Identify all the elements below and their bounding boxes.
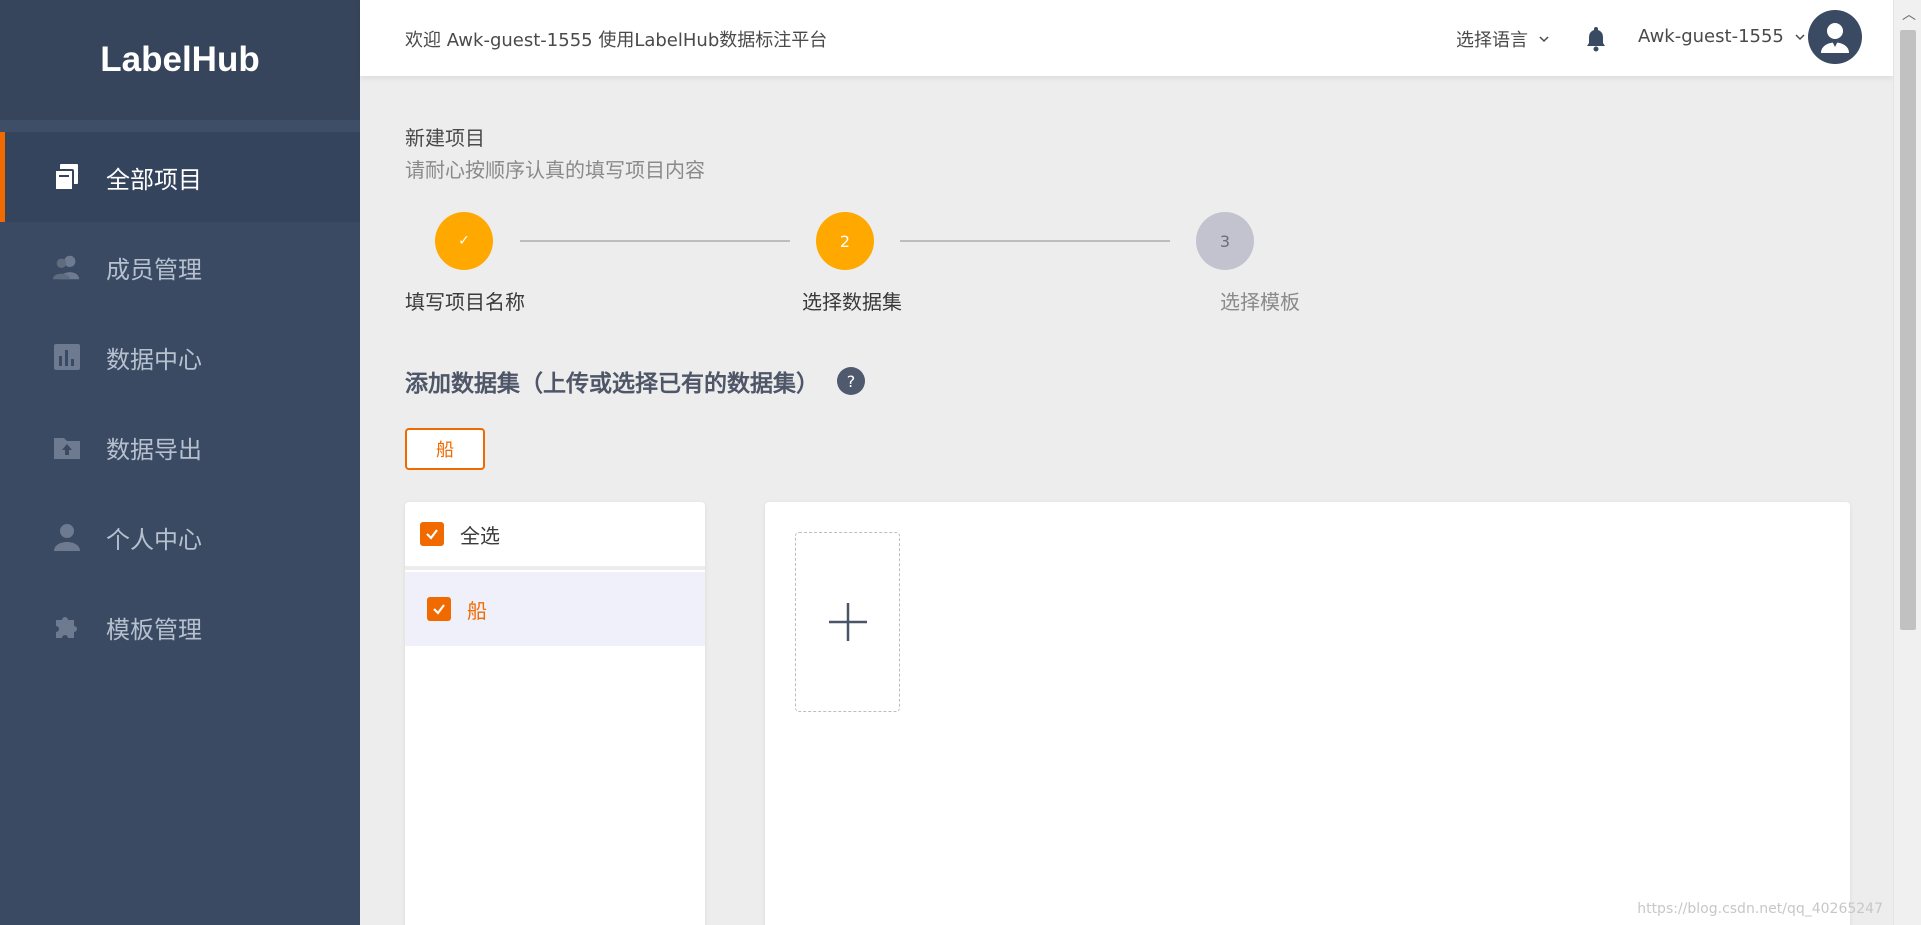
projects-icon <box>52 162 82 192</box>
welcome-text: 欢迎 Awk-guest-1555 使用LabelHub数据标注平台 <box>405 30 828 51</box>
step-number: 2 <box>839 231 851 251</box>
plus-icon <box>828 603 867 641</box>
step-connector <box>900 240 1170 242</box>
chevron-down-icon <box>1795 33 1805 40</box>
user-icon <box>52 522 82 552</box>
sidebar-item-label: 成员管理 <box>106 255 202 284</box>
scroll-thumb[interactable] <box>1900 30 1916 630</box>
sidebar-item-data-center[interactable]: 数据中心 <box>0 312 360 402</box>
sidebar-item-members[interactable]: 成员管理 <box>0 222 360 312</box>
language-label: 选择语言 <box>1456 30 1528 51</box>
sidebar-item-label: 数据导出 <box>106 435 202 464</box>
check-icon <box>433 604 445 615</box>
select-all-label: 全选 <box>460 523 500 548</box>
step-2-label: 选择数据集 <box>802 290 902 314</box>
page-title: 新建项目 <box>405 126 485 150</box>
step-1-circle: ✓ <box>435 212 493 270</box>
section-title-text: 添加数据集（上传或选择已有的数据集） <box>405 371 819 397</box>
dataset-item-label: 船 <box>467 598 487 623</box>
sidebar-item-label: 模板管理 <box>106 615 202 644</box>
sidebar-nav: 全部项目 成员管理 数据中心 数据导出 个人中心 模板管理 <box>0 132 360 672</box>
export-icon <box>52 432 82 462</box>
avatar-user-icon <box>1821 23 1849 53</box>
step-connector <box>520 240 790 242</box>
page-scrollbar[interactable]: ︿ <box>1893 0 1921 925</box>
top-bar: 欢迎 Awk-guest-1555 使用LabelHub数据标注平台 选择语言 … <box>360 0 1893 76</box>
dataset-list-panel: 全选 船 <box>405 502 705 925</box>
watermark: https://blog.csdn.net/qq_40265247 <box>1637 901 1883 917</box>
data-center-icon <box>52 342 82 372</box>
dataset-tag-button[interactable]: 船 <box>405 428 485 470</box>
main-content: 新建项目 请耐心按顺序认真的填写项目内容 ✓ 2 3 填写项目名称 选择数据集 … <box>360 76 1893 925</box>
user-menu[interactable]: Awk-guest-1555 <box>1638 26 1806 47</box>
chevron-down-icon <box>1539 36 1549 43</box>
step-2-circle: 2 <box>816 212 874 270</box>
step-3-circle: 3 <box>1196 212 1254 270</box>
brand-logo: LabelHub <box>0 0 360 120</box>
sidebar-divider <box>0 120 360 132</box>
section-title: 添加数据集（上传或选择已有的数据集） ? <box>405 364 865 398</box>
username-label: Awk-guest-1555 <box>1638 26 1784 47</box>
sidebar-item-label: 个人中心 <box>106 525 202 554</box>
select-all-row[interactable]: 全选 <box>405 502 705 570</box>
dataset-upload-panel <box>765 502 1850 925</box>
step-1-label: 填写项目名称 <box>405 290 525 314</box>
scroll-up-arrow-icon[interactable]: ︿ <box>1902 4 1916 24</box>
sidebar: LabelHub 全部项目 成员管理 数据中心 数据导出 个人中心 模板管理 <box>0 0 360 925</box>
bell-icon[interactable] <box>1582 24 1610 52</box>
page-subtitle: 请耐心按顺序认真的填写项目内容 <box>405 158 705 182</box>
check-icon: ✓ <box>458 233 470 249</box>
check-icon <box>426 529 438 540</box>
sidebar-item-data-export[interactable]: 数据导出 <box>0 402 360 492</box>
sidebar-item-label: 全部项目 <box>106 165 202 194</box>
sidebar-item-label: 数据中心 <box>106 345 202 374</box>
help-icon[interactable]: ? <box>837 367 865 395</box>
add-dataset-button[interactable] <box>795 532 900 712</box>
puzzle-icon <box>52 612 82 642</box>
sidebar-item-profile[interactable]: 个人中心 <box>0 492 360 582</box>
step-number: 3 <box>1219 231 1231 251</box>
select-all-checkbox[interactable] <box>420 522 444 546</box>
dataset-item-checkbox[interactable] <box>427 597 451 621</box>
language-selector[interactable]: 选择语言 <box>1456 26 1550 52</box>
members-icon <box>52 252 82 282</box>
avatar[interactable] <box>1808 10 1862 64</box>
step-3-label: 选择模板 <box>1220 290 1300 314</box>
sidebar-item-templates[interactable]: 模板管理 <box>0 582 360 672</box>
sidebar-item-all-projects[interactable]: 全部项目 <box>0 132 360 222</box>
list-item[interactable]: 船 <box>405 572 705 646</box>
